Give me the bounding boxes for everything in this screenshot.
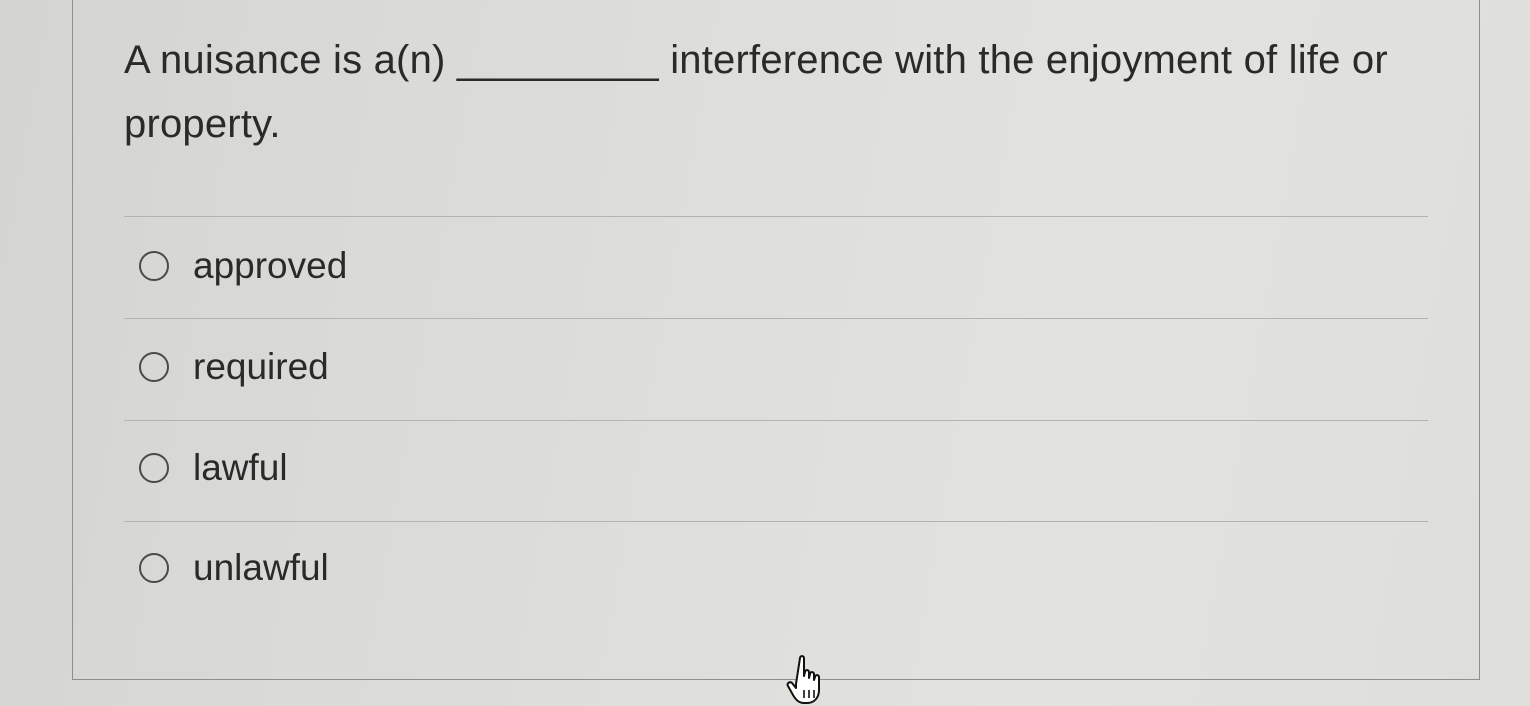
- option-label: unlawful: [193, 547, 329, 588]
- divider: [124, 420, 1428, 421]
- divider: [124, 318, 1428, 319]
- option-label: lawful: [193, 447, 288, 488]
- hand-pointer-icon: [786, 655, 820, 704]
- radio-unchecked-icon[interactable]: [139, 352, 169, 382]
- option-lawful[interactable]: lawful: [136, 438, 1416, 498]
- radio-unchecked-icon[interactable]: [139, 553, 169, 583]
- divider: [124, 216, 1428, 217]
- radio-unchecked-icon[interactable]: [139, 453, 169, 483]
- option-label: approved: [193, 245, 348, 286]
- option-approved[interactable]: approved: [136, 236, 1416, 296]
- divider: [124, 521, 1428, 522]
- option-unlawful[interactable]: unlawful: [136, 538, 1416, 598]
- question-text: A nuisance is a(n) _________ interferenc…: [124, 38, 1388, 146]
- radio-unchecked-icon[interactable]: [139, 251, 169, 281]
- option-label: required: [193, 346, 329, 387]
- option-required[interactable]: required: [136, 337, 1416, 397]
